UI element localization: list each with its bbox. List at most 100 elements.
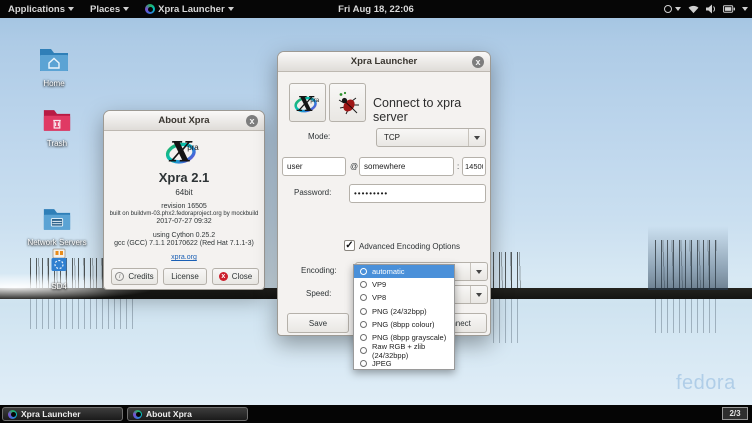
about-build-date: 2017-07-27 09:32 [104, 218, 264, 225]
about-window-title: About Xpra [158, 115, 209, 126]
chevron-down-icon [675, 7, 681, 11]
blue-fog-right [648, 226, 728, 290]
encoding-option-raw-rgb[interactable]: Raw RGB + zlib (24/32bpp) [354, 344, 454, 357]
username-input[interactable] [282, 157, 346, 176]
mode-label: Mode: [308, 132, 330, 141]
xpra-logo-button[interactable]: X pra [289, 83, 326, 122]
status-circle-menu[interactable] [664, 5, 681, 13]
trees-silhouette-right-of-dialog [493, 252, 523, 288]
chevron-down-icon[interactable] [742, 7, 748, 11]
license-button-label: License [171, 272, 199, 281]
gnome-top-bar: Applications Places Xpra Launcher Fri Au… [0, 0, 752, 18]
mode-combobox[interactable]: TCP [376, 128, 486, 147]
taskbar-button-xpra-launcher[interactable]: Xpra Launcher [2, 407, 123, 421]
password-input[interactable] [349, 184, 486, 203]
host-input[interactable] [359, 157, 454, 176]
credits-button-label: Credits [128, 272, 153, 281]
trees-reflection-left [30, 299, 135, 329]
xpra-logo-icon: X pra [292, 90, 324, 116]
save-button[interactable]: Save [287, 313, 349, 333]
svg-text:pra: pra [310, 98, 319, 104]
chevron-down-icon [470, 263, 487, 280]
bug-icon [335, 90, 361, 116]
about-xpra-window: About Xpra x X pra Xpra 2.1 64bit revisi… [103, 110, 265, 290]
taskbar-button-about-xpra[interactable]: About Xpra [127, 407, 248, 421]
advanced-options-label: Advanced Encoding Options [359, 242, 460, 251]
volume-icon [706, 4, 716, 14]
encoding-option-label: VP8 [372, 293, 386, 302]
encoding-option-png8-colour[interactable]: PNG (8bpp colour) [354, 318, 454, 331]
launcher-heading: Connect to xpra server [373, 96, 490, 124]
svg-text:pra: pra [187, 143, 199, 152]
desktop-icon-network-servers[interactable]: Network Servers [25, 206, 89, 247]
encoding-option-label: PNG (8bpp colour) [372, 320, 435, 329]
radio-icon [360, 360, 367, 367]
license-button[interactable]: License [163, 268, 207, 285]
encoding-option-automatic[interactable]: automatic [354, 265, 454, 278]
launcher-window-title: Xpra Launcher [351, 56, 418, 67]
desktop-icon-label: Network Servers [25, 238, 89, 247]
about-titlebar[interactable]: About Xpra x [104, 111, 264, 131]
close-icon[interactable]: x [246, 115, 258, 127]
encoding-option-png24[interactable]: PNG (24/32bpp) [354, 305, 454, 318]
port-input[interactable] [462, 157, 486, 176]
radio-icon [360, 321, 367, 328]
radio-icon [360, 334, 367, 341]
advanced-options-checkbox[interactable]: ✓ [344, 240, 355, 251]
workspace-indicator[interactable]: 2/3 [722, 407, 748, 420]
status-circle-icon [664, 5, 672, 13]
xpra-org-link[interactable]: xpra.org [104, 254, 264, 261]
colon-separator: : [457, 162, 459, 171]
radio-icon [360, 294, 367, 301]
places-menu[interactable]: Places [82, 0, 137, 18]
encoding-option-label: VP9 [372, 280, 386, 289]
app-menu-xpra-launcher[interactable]: Xpra Launcher [137, 0, 242, 18]
encoding-option-label: PNG (24/32bpp) [372, 307, 427, 316]
debug-bug-button[interactable] [329, 83, 366, 122]
credits-button[interactable]: i Credits [111, 268, 158, 285]
trash-folder-icon [42, 107, 72, 133]
encoding-label: Encoding: [301, 266, 337, 275]
fedora-wallpaper-logo: fedora [676, 372, 736, 395]
places-menu-label: Places [90, 4, 120, 15]
xpra-app-icon [8, 410, 17, 419]
xpra-app-icon [145, 4, 155, 14]
encoding-option-vp9[interactable]: VP9 [354, 278, 454, 291]
applications-menu[interactable]: Applications [0, 0, 82, 18]
applications-menu-label: Applications [8, 4, 65, 15]
desktop-icon-label: Home [22, 79, 86, 88]
desktop-icon-usb-drive[interactable]: SD4 [27, 248, 91, 291]
desktop-icon-label: SD4 [27, 282, 91, 291]
trees-reflection-right [655, 299, 717, 333]
battery-icon [723, 5, 735, 13]
about-built-on: built on buildvm-03.phx2.fedoraproject.o… [104, 211, 264, 217]
desktop-icon-trash[interactable]: Trash [25, 107, 89, 148]
chevron-down-icon [123, 7, 129, 11]
wifi-icon [688, 5, 699, 14]
mode-value: TCP [377, 133, 468, 142]
about-cython: using Cython 0.25.2 [104, 232, 264, 239]
chevron-down-icon [228, 7, 234, 11]
launcher-titlebar[interactable]: Xpra Launcher x [278, 52, 490, 72]
chevron-down-icon [468, 129, 485, 146]
chevron-down-icon [68, 7, 74, 11]
trees-reflection-right-of-dialog [493, 299, 523, 343]
desktop-wallpaper: fedora Home Trash Network Servers [0, 0, 752, 423]
desktop-icon-home[interactable]: Home [22, 46, 86, 88]
about-close-button[interactable]: x Close [212, 268, 259, 285]
taskbar-button-label: About Xpra [146, 409, 192, 419]
usb-drive-icon [49, 248, 69, 276]
about-compiler: gcc (GCC) 7.1.1 20170622 (Red Hat 7.1.1-… [104, 240, 264, 247]
network-folder-icon [42, 206, 72, 232]
close-icon[interactable]: x [472, 56, 484, 68]
home-folder-icon [38, 46, 70, 73]
radio-icon [360, 281, 367, 288]
about-revision: revision 16505 [104, 203, 264, 210]
save-button-label: Save [309, 319, 327, 328]
xpra-app-icon [133, 410, 142, 419]
window-list-taskbar: Xpra Launcher About Xpra 2/3 [0, 405, 752, 423]
app-menu-label: Xpra Launcher [158, 4, 225, 15]
encoding-option-vp8[interactable]: VP8 [354, 291, 454, 304]
radio-icon [360, 268, 367, 275]
encoding-option-label: automatic [372, 267, 405, 276]
